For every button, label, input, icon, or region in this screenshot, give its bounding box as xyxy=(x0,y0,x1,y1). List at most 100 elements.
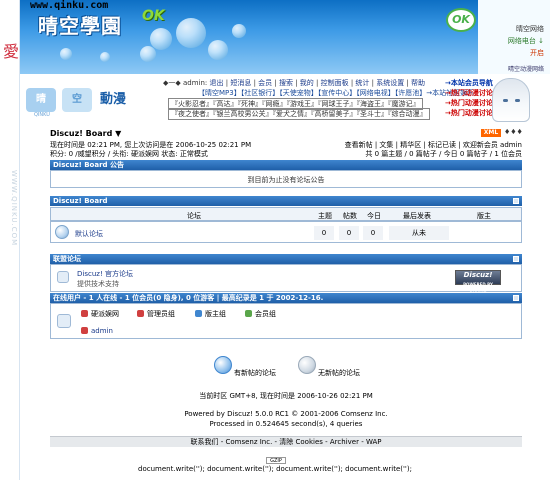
credit-line: 积分: 0 /威望积分 / 头衔: 硬派娱网 状态: 正常模式 xyxy=(50,150,208,158)
right-link-radio[interactable]: 网络电台 ↓ xyxy=(508,36,544,46)
bubble-decoration xyxy=(208,40,228,60)
avatar-eye xyxy=(503,99,508,102)
hot-anime-notice-2[interactable]: →热门动漫讨论 xyxy=(445,98,493,108)
league-title: 联盟论坛 xyxy=(53,255,81,263)
anime-link-bar-2[interactable]: 『夜之使者』『银兰高校男公关』『爱犬之情』『高桥留美子』『圣斗士』『综合动漫』 xyxy=(168,108,430,120)
forum-status-icon xyxy=(55,225,69,239)
timezone-line: 当前时区 GMT+8, 现在时间是 2006-10-26 02:21 PM xyxy=(199,392,373,400)
nav-arrows-icon[interactable]: ♦♦♦ xyxy=(504,128,523,136)
user-prefix: ◆一◆ admin: xyxy=(163,79,208,87)
forum-row[interactable]: 默认论坛 0 0 0 从未 xyxy=(50,221,522,243)
community-link-bar[interactable]: 【晴空MP3】【社区银行】【天使宠物】【宣传中心】【网络电视】【许愿池】→本站社… xyxy=(198,88,474,98)
right-link-network[interactable]: 晴空网络 xyxy=(516,24,544,34)
new-posts-icon xyxy=(214,356,232,374)
league-icon xyxy=(57,271,69,283)
online-users-icon xyxy=(57,314,71,328)
forum-last-post: 从未 xyxy=(389,226,449,240)
user-group-icon xyxy=(245,310,252,317)
announcement-title: Discuz! Board 公告 xyxy=(53,161,124,169)
board-header: Discuz! Board xyxy=(50,196,522,206)
hot-anime-notice-3[interactable]: →热门动漫讨论 xyxy=(445,108,493,118)
anime-section-logo[interactable]: 晴 空 QINKU 動漫 xyxy=(22,82,152,118)
user-group-icon xyxy=(195,310,202,317)
bubble-decoration xyxy=(176,18,206,48)
logo-sub: QINKU xyxy=(34,112,50,118)
footer-links[interactable]: 联系我们 - Comsenz Inc. - 清除 Cookies - Archi… xyxy=(50,436,522,447)
bubble-decoration xyxy=(60,48,72,60)
site-logo[interactable]: 晴空學園 OK xyxy=(22,6,165,40)
group-legend-3: 版主组 xyxy=(195,309,226,319)
logo-title: 動漫 xyxy=(100,92,127,107)
powered-by[interactable]: Powered by Discuz! 5.0.0 RC1 © 2001-2006… xyxy=(50,409,522,419)
bubble-decoration xyxy=(150,28,172,50)
processed-in: Processed in 0.524645 second(s), 4 queri… xyxy=(209,420,363,428)
forum-totals: 共 0 篇主题 / 0 篇帖子 / 今日 0 篇帖子 / 1 位会员 xyxy=(365,150,522,158)
breadcrumb[interactable]: Discuz! Board ▼ xyxy=(50,129,121,138)
right-link-open[interactable]: 开启 xyxy=(530,48,544,58)
bubble-decoration xyxy=(232,24,246,38)
gzip-badge: GZIP xyxy=(266,457,286,464)
user-nav-bar: ◆一◆ admin: 退出 | 短消息 | 会员 | 搜索 | 我的 | 控制面… xyxy=(163,79,426,87)
document-write-text: document.write(''); document.write(''); … xyxy=(138,465,412,473)
badge-title: Discuz! xyxy=(463,271,493,279)
nav-messages[interactable]: 短消息 xyxy=(230,79,251,87)
legend-nonew: 无新帖的论坛 xyxy=(318,369,360,377)
announcement-body: 到目前为止没有论坛公告 xyxy=(50,170,522,188)
group-legend-2: 管理员组 xyxy=(137,309,175,319)
user-group-icon xyxy=(137,310,144,317)
forum-posts: 0 xyxy=(339,226,359,240)
announcement-header: Discuz! Board 公告 xyxy=(50,160,522,170)
online-user-admin[interactable]: admin xyxy=(81,327,113,335)
col-posts: 帖数 xyxy=(343,212,357,220)
member-nav-notice[interactable]: →本站会员导航 xyxy=(445,78,493,88)
forum-today: 0 xyxy=(363,226,383,240)
page-stats: 当前时区 GMT+8, 现在时间是 2006-10-26 02:21 PM Po… xyxy=(50,391,522,429)
nav-system-settings[interactable]: 系统设置 xyxy=(376,79,404,87)
board-title[interactable]: Discuz! Board xyxy=(53,197,108,205)
right-link-anime[interactable]: 晴空动漫网络 xyxy=(508,64,544,73)
logo-seg-qing: 晴 xyxy=(26,88,56,112)
online-title: 在线用户 - 1 人在线 - 1 位会员(0 隐身), 0 位游客 | 最高纪录… xyxy=(53,294,324,302)
col-moderator: 版主 xyxy=(477,212,491,220)
forum-name[interactable]: 默认论坛 xyxy=(75,229,103,239)
league-name[interactable]: Discuz! 官方论坛 xyxy=(77,269,133,279)
col-last-post: 最后发表 xyxy=(403,212,431,220)
user-group-icon xyxy=(81,310,88,317)
collapse-toggle-icon[interactable] xyxy=(513,198,519,204)
league-header: 联盟论坛 xyxy=(50,254,522,264)
collapse-toggle-icon[interactable] xyxy=(513,295,519,301)
online-header: 在线用户 - 1 人在线 - 1 位会员(0 隐身), 0 位游客 | 最高纪录… xyxy=(50,293,522,303)
col-topics: 主题 xyxy=(318,212,332,220)
ok-badge-logo: OK xyxy=(446,8,476,32)
legend-new: 有新帖的论坛 xyxy=(234,369,276,377)
nav-search[interactable]: 搜索 xyxy=(279,79,293,87)
nav-logout[interactable]: 退出 xyxy=(210,79,224,87)
nav-my[interactable]: 我的 xyxy=(300,79,314,87)
quick-links[interactable]: 查看新帖 | 文集 | 精华区 | 标记已读 | 欢迎新会员 admin xyxy=(340,141,522,150)
hot-anime-notice-1[interactable]: →热门动漫讨论 xyxy=(445,88,493,98)
nav-control-panel[interactable]: 控制面板 xyxy=(321,79,349,87)
league-row[interactable]: Discuz! 官方论坛 提供技术支持 xyxy=(50,264,522,292)
anime-girl-avatar xyxy=(492,78,530,122)
banner-right-panel: 晴空网络 网络电台 ↓ 开启 晴空动漫网络 xyxy=(478,0,550,74)
logo-seg-kong: 空 xyxy=(62,88,92,112)
bubble-decoration xyxy=(140,46,156,62)
nav-stats[interactable]: 统计 xyxy=(355,79,369,87)
xml-feed-badge[interactable]: XML xyxy=(481,129,501,137)
nav-members[interactable]: 会员 xyxy=(258,79,272,87)
collapse-toggle-icon[interactable] xyxy=(513,256,519,262)
forum-topics: 0 xyxy=(314,226,334,240)
group-legend-4: 会员组 xyxy=(245,309,276,319)
time-line: 现在时间是 02:21 PM, 您上次访问是在 2006-10-25 02:21… xyxy=(50,141,252,149)
group-legend-1: 硬派娱网 xyxy=(81,309,119,319)
board-column-header: 论坛 主题 帖数 今日 最后发表 版主 xyxy=(50,207,522,221)
avatar-eye xyxy=(515,99,520,102)
forum-quick-links: 查看新帖 | 文集 | 精华区 | 标记已读 | 欢迎新会员 admin 共 0… xyxy=(340,141,522,159)
time-info: 现在时间是 02:21 PM, 您上次访问是在 2006-10-25 02:21… xyxy=(50,141,251,159)
logo-text: 晴空學園 xyxy=(38,14,122,38)
side-vertical-url: WWW.QINKU.COM xyxy=(10,170,18,247)
nav-help[interactable]: 帮助 xyxy=(411,79,425,87)
bubble-decoration xyxy=(100,52,110,62)
discuz-logo-badge[interactable]: Discuz! POWERED BY DISCUZ xyxy=(455,270,501,296)
league-desc: 提供技术支持 xyxy=(77,280,119,288)
